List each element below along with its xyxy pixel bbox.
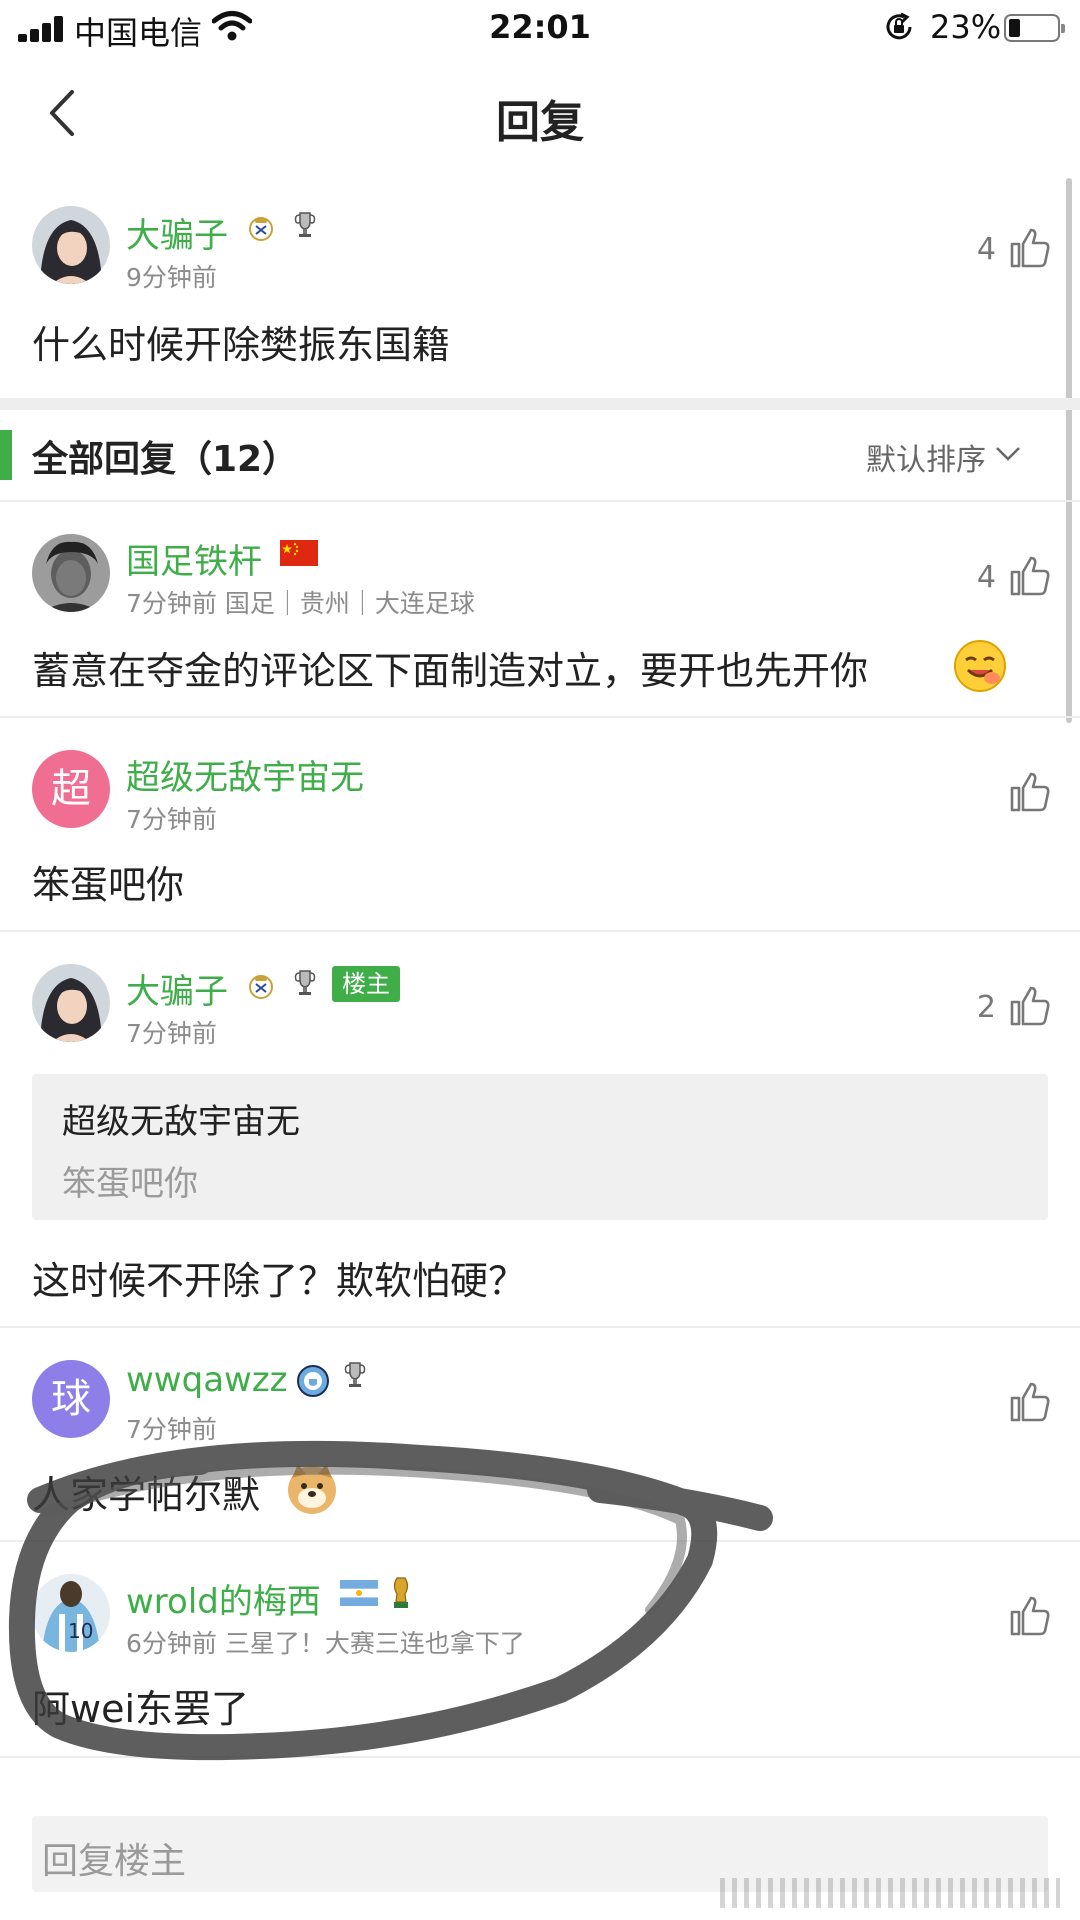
comment-time: 7分钟前 xyxy=(126,805,217,834)
man-city-badge-icon xyxy=(297,1365,329,1397)
divider xyxy=(0,500,1080,502)
comment-time: 7分钟前 xyxy=(126,1019,217,1048)
real-madrid-badge-icon xyxy=(249,217,273,241)
divider xyxy=(0,1756,1080,1758)
comment-text: 这时候不开除了？欺软怕硬？ xyxy=(32,1259,527,1303)
page-title: 回复 xyxy=(496,97,584,148)
divider xyxy=(0,1326,1080,1328)
username[interactable]: 国足铁杆 xyxy=(126,534,262,583)
status-time: 22:01 xyxy=(489,8,591,46)
comment-meta: 7分钟前 国足｜贵州｜大连足球 xyxy=(126,589,475,618)
thumbs-up-icon[interactable] xyxy=(1008,1380,1052,1424)
doge-emoji-icon xyxy=(288,1464,336,1514)
battery-icon xyxy=(1004,14,1065,42)
thumbs-up-icon[interactable] xyxy=(1008,226,1052,270)
op-tag: 楼主 xyxy=(332,966,400,1002)
like-count: 4 xyxy=(976,232,996,267)
battery-percent: 23% xyxy=(930,8,1002,46)
status-bar: 中国电信 22:01 23% xyxy=(0,0,1080,58)
comment-text: 什么时候开除樊振东国籍 xyxy=(32,323,451,367)
svg-text:10: 10 xyxy=(68,1619,93,1643)
username[interactable]: 超级无敌宇宙无 xyxy=(126,750,364,799)
scrollbar[interactable] xyxy=(1066,178,1072,723)
avatar[interactable] xyxy=(32,534,110,612)
thumbs-up-icon[interactable] xyxy=(1008,554,1052,598)
thumbs-up-icon[interactable] xyxy=(1008,984,1052,1028)
replies-title: 全部回复（12） xyxy=(32,439,299,480)
world-cup-trophy-icon xyxy=(393,1577,409,1608)
quoted-text: 笨蛋吧你 xyxy=(62,1164,198,1204)
divider xyxy=(0,930,1080,932)
rotation-lock-icon xyxy=(886,12,912,40)
username[interactable]: wwqawzz xyxy=(126,1360,288,1400)
champions-trophy-icon xyxy=(294,970,316,995)
section-marker xyxy=(0,430,12,480)
thumbs-up-icon[interactable] xyxy=(1008,770,1052,814)
comment-time: 9分钟前 xyxy=(126,263,217,292)
username[interactable]: 大骗子 xyxy=(126,208,228,257)
quoted-username: 超级无敌宇宙无 xyxy=(62,1102,300,1142)
username[interactable]: 大骗子 xyxy=(126,964,228,1013)
chevron-down-icon[interactable] xyxy=(994,444,1022,464)
watermark-strip xyxy=(720,1878,1060,1908)
comment-meta: 6分钟前 三星了！大赛三连也拿下了 xyxy=(126,1629,525,1658)
quoted-reply[interactable]: 超级无敌宇宙无 笨蛋吧你 xyxy=(32,1074,1048,1220)
reply-placeholder: 回复楼主 xyxy=(42,1841,187,1882)
comment-text: 阿wei东罢了 xyxy=(32,1687,250,1731)
emoji-icon xyxy=(954,640,1006,692)
avatar[interactable] xyxy=(32,964,110,1042)
real-madrid-badge-icon xyxy=(249,975,273,999)
comment-text: 笨蛋吧你 xyxy=(32,863,185,907)
comment-text: 人家学帕尔默 xyxy=(32,1473,261,1517)
thumbs-up-icon[interactable] xyxy=(1008,1594,1052,1638)
avatar[interactable] xyxy=(32,206,110,284)
divider xyxy=(0,1540,1080,1542)
divider xyxy=(0,716,1080,718)
section-divider xyxy=(0,398,1080,410)
nav-bar: 回复 xyxy=(0,58,1080,168)
username[interactable]: wrold的梅西 xyxy=(126,1574,321,1623)
avatar[interactable]: 超 xyxy=(32,750,110,828)
like-count: 4 xyxy=(976,560,996,595)
comment-time: 7分钟前 xyxy=(126,1415,217,1444)
champions-trophy-icon xyxy=(344,1362,366,1387)
champions-trophy-icon xyxy=(294,212,316,237)
avatar[interactable]: 10 xyxy=(32,1574,110,1652)
avatar[interactable]: 球 xyxy=(32,1360,110,1438)
china-flag-icon xyxy=(280,540,318,566)
like-count: 2 xyxy=(976,990,996,1025)
argentina-flag-icon xyxy=(340,1580,378,1606)
comment-text: 蓄意在夺金的评论区下面制造对立，要开也先开你 xyxy=(32,649,869,693)
sort-dropdown[interactable]: 默认排序 xyxy=(866,435,986,479)
